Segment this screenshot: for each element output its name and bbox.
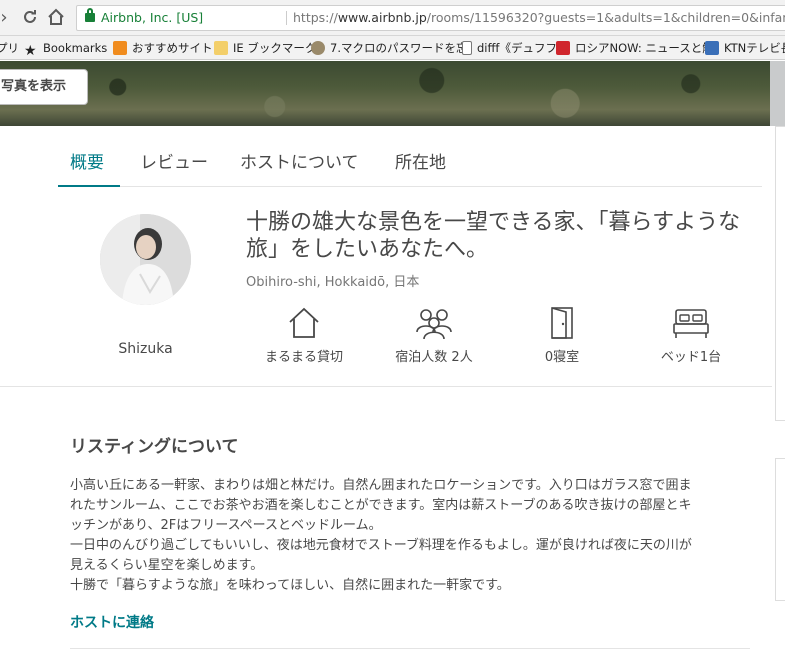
feature-label: 0寝室 [544, 350, 580, 365]
bookmark-item[interactable]: ★ Bookmarks [24, 40, 107, 59]
feature-guests: 宿泊人数 2人 [384, 306, 484, 365]
address-bar[interactable]: Airbnb, Inc. [US] https://www.airbnb.jp/… [76, 5, 785, 31]
hero-photo[interactable] [0, 61, 785, 126]
sidebar-card-edge [775, 458, 785, 601]
feature-label: まるまる貸切 [264, 350, 343, 365]
secure-origin-label: Airbnb, Inc. [US] [101, 10, 204, 25]
bookmarks-bar: プリ ★Bookmarks おすすめサイト IE ブックマーク 7.マクロのパス… [0, 36, 785, 60]
bookmark-item[interactable]: 7.マクロのパスワードを忘 [311, 40, 467, 56]
forward-icon[interactable]: › [0, 8, 14, 28]
bookmark-item[interactable]: difff《デュフフ》 [462, 40, 568, 56]
feature-beds: ベッド1台 [641, 306, 741, 365]
site-icon [311, 41, 325, 55]
tv-icon [705, 41, 719, 55]
bookmark-item[interactable]: プリ [0, 40, 19, 56]
booking-card-edge [775, 126, 785, 421]
section-divider [0, 386, 772, 387]
star-icon: ★ [24, 43, 37, 59]
url-text: https://www.airbnb.jp/rooms/11596320?gue… [293, 10, 785, 25]
house-icon [289, 307, 319, 338]
browser-toolbar: › Airbnb, Inc. [US] https://www.airbnb.j… [0, 0, 785, 36]
feature-bedrooms: 0寝室 [512, 306, 612, 365]
section-divider [70, 648, 750, 649]
page-icon [462, 41, 472, 55]
reload-icon[interactable] [20, 8, 40, 28]
listing-tabs: 概要 レビュー ホストについて 所在地 [58, 126, 762, 187]
bulb-icon [113, 41, 127, 55]
lock-icon [85, 8, 95, 22]
folder-icon [214, 41, 228, 55]
bookmark-item[interactable]: ロシアNOW: ニュースと解 [556, 40, 714, 56]
host-name[interactable]: Shizuka [100, 341, 191, 357]
tab-location[interactable]: 所在地 [395, 148, 446, 187]
guests-icon [416, 309, 452, 340]
feature-label: 宿泊人数 2人 [395, 350, 473, 365]
tab-reviews[interactable]: レビュー [140, 148, 208, 187]
r-icon [556, 41, 570, 55]
feature-room-type: まるまる貸切 [254, 306, 354, 365]
tab-overview[interactable]: 概要 [58, 148, 120, 187]
tab-host[interactable]: ホストについて [240, 148, 359, 187]
view-photos-button[interactable]: 写真を表示 [0, 69, 88, 105]
door-icon [551, 307, 573, 339]
bookmark-item[interactable]: IE ブックマーク [214, 40, 316, 56]
listing-title: 十勝の雄大な景色を一望できる家、「暮らすような旅」をしたいあなたへ。 [246, 210, 741, 262]
bookmark-item[interactable]: KTNテレビ長 [705, 40, 785, 56]
feature-label: ベッド1台 [660, 350, 722, 365]
home-icon[interactable] [46, 8, 66, 28]
contact-host-link[interactable]: ホストに連絡 [70, 612, 154, 632]
url-separator [286, 11, 287, 25]
about-heading: リスティングについて [70, 437, 239, 457]
bookmark-item[interactable]: おすすめサイト [113, 40, 213, 56]
bed-icon [673, 309, 709, 338]
about-description: 小高い丘にある一軒家、まわりは畑と林だけ。自然ん囲まれたロケーションです。入り口… [70, 478, 692, 593]
host-avatar[interactable] [100, 214, 191, 305]
listing-location: Obihiro-shi, Hokkaidō, 日本 [246, 275, 420, 290]
